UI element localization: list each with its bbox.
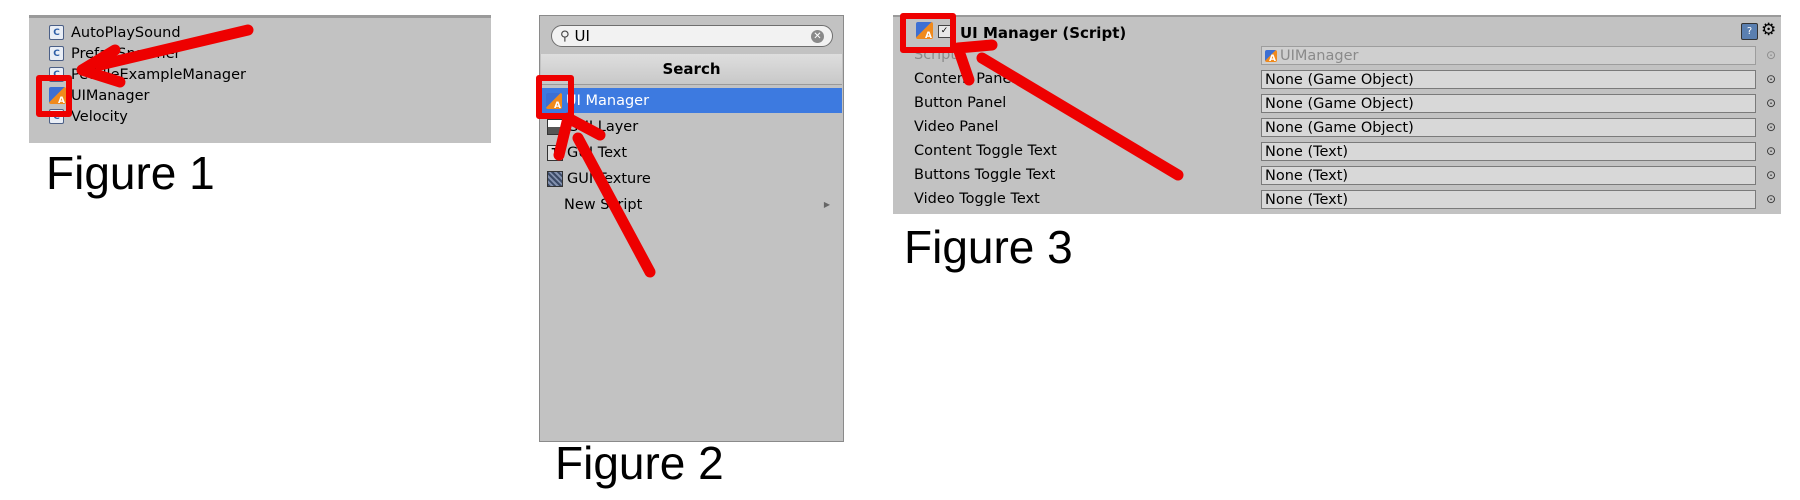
annotation-overlay [36,13,1184,278]
annotation-arrow [572,132,656,278]
annotation-arrow [976,52,1184,181]
highlight-box [536,75,574,119]
highlight-box [36,75,72,117]
annotation-arrow [94,24,254,71]
highlight-box [900,13,956,53]
